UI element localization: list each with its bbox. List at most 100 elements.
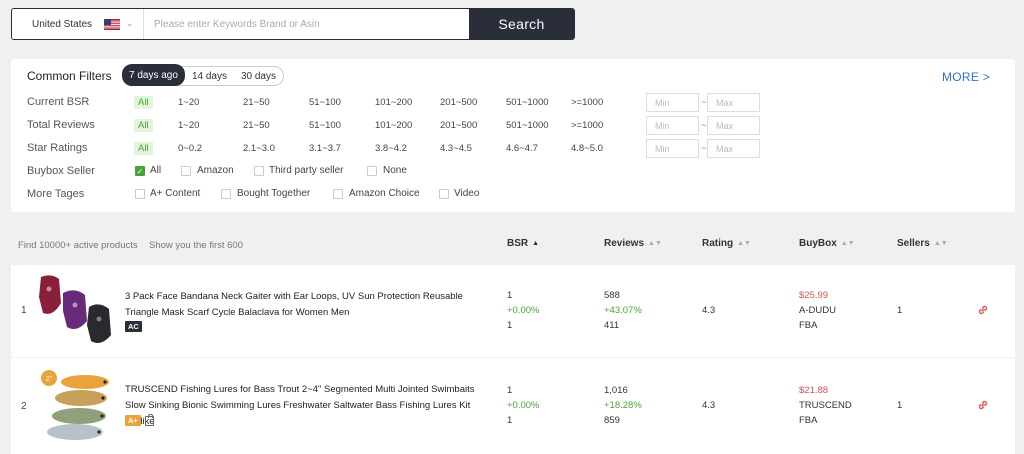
sort-icon: ▲▼ — [840, 240, 855, 247]
reviews-max-input[interactable]: Max — [707, 116, 760, 135]
filter-row-reviews: Total Reviews All 1~20 21~50 51~100 101~… — [27, 116, 1007, 135]
buybox-fulfillment: FBA — [799, 320, 818, 331]
product-image[interactable] — [35, 273, 119, 349]
rating-option[interactable]: 2.1~3.0 — [243, 143, 275, 154]
table-row[interactable]: 2 2" TRUSCEND Fishing Lures for Bass Tro… — [11, 358, 1015, 454]
sellers-cell: 1 — [897, 305, 903, 316]
bsr-option[interactable]: 21~50 — [243, 97, 270, 108]
amazon-choice-badge: AC — [125, 321, 142, 332]
sort-icon: ▲▼ — [933, 240, 948, 247]
checkbox-icon[interactable] — [367, 166, 377, 176]
col-reviews[interactable]: Reviews ▲▼ — [604, 238, 662, 249]
bag-icon — [144, 413, 154, 426]
list-header: Find 10000+ active products Show you the… — [0, 233, 1024, 253]
rating-option[interactable]: 0~0.2 — [178, 143, 202, 154]
reviews-option[interactable]: 1~20 — [178, 120, 199, 131]
checkbox-icon[interactable] — [439, 189, 449, 199]
buybox-price: $25.99 — [799, 290, 829, 301]
rating-cell: 4.3 — [702, 305, 716, 316]
result-count: Find 10000+ active products — [18, 240, 138, 251]
reviews-previous: 859 — [604, 415, 620, 426]
rating-option[interactable]: 4.8~5.0 — [571, 143, 603, 154]
filter-label-buybox: Buybox Seller — [27, 165, 95, 177]
filter-label-reviews: Total Reviews — [27, 119, 95, 131]
checkbox-icon[interactable] — [254, 166, 264, 176]
reviews-change: +18.28% — [604, 400, 642, 411]
reviews-option[interactable]: All — [134, 119, 153, 132]
rating-option[interactable]: 3.1~3.7 — [309, 143, 341, 154]
reviews-option[interactable]: 51~100 — [309, 120, 341, 131]
col-bsr[interactable]: BSR ▲ — [507, 238, 539, 249]
tage-option-label: Video — [454, 188, 480, 199]
filter-label-bsr: Current BSR — [27, 96, 90, 108]
bsr-previous: 1 — [507, 415, 513, 426]
sort-icon: ▲▼ — [648, 240, 662, 247]
row-index: 2 — [21, 401, 27, 412]
rating-option[interactable]: 3.8~4.2 — [375, 143, 407, 154]
tab-7-days[interactable]: 7 days ago — [122, 64, 185, 86]
col-reviews-label: Reviews — [604, 238, 645, 249]
bsr-current: 1 — [507, 290, 513, 301]
reviews-option[interactable]: 501~1000 — [506, 120, 549, 131]
svg-text:2": 2" — [46, 376, 53, 383]
filters-panel: Common Filters 7 days ago 14 days 30 day… — [11, 59, 1015, 212]
bsr-option[interactable]: All — [134, 96, 153, 109]
range-separator: ~ — [701, 97, 707, 107]
a-plus-badge: A+ — [125, 415, 141, 426]
rating-max-input[interactable]: Max — [707, 139, 760, 158]
search-button[interactable]: Search — [469, 9, 574, 39]
product-image[interactable]: 2" — [35, 366, 119, 446]
tab-14-days[interactable]: 14 days — [185, 66, 234, 86]
tage-option-label: Bought Together — [237, 188, 311, 199]
bsr-option[interactable]: 201~500 — [440, 97, 477, 108]
rating-option[interactable]: All — [134, 142, 153, 155]
reviews-previous: 411 — [604, 320, 620, 331]
buybox-price: $21.88 — [799, 385, 829, 396]
bsr-min-input[interactable]: Min — [646, 93, 699, 112]
col-buybox[interactable]: BuyBox ▲▼ — [799, 238, 855, 249]
bsr-change: +0.00% — [507, 305, 540, 316]
checkbox-icon[interactable] — [135, 189, 145, 199]
bsr-option[interactable]: 51~100 — [309, 97, 341, 108]
reviews-cell: 1,016 +18.28% 859 — [604, 383, 642, 428]
reviews-option[interactable]: 21~50 — [243, 120, 270, 131]
checkbox-checked-icon[interactable]: ✓ — [135, 166, 145, 176]
us-flag-icon — [104, 19, 120, 30]
sort-asc-icon: ▲ — [532, 240, 540, 247]
filters-title: Common Filters — [27, 69, 112, 83]
col-sellers[interactable]: Sellers ▲▼ — [897, 238, 948, 249]
link-icon[interactable] — [976, 303, 990, 317]
col-rating[interactable]: Rating ▲▼ — [702, 238, 751, 249]
checkbox-icon[interactable] — [181, 166, 191, 176]
rating-option[interactable]: 4.3~4.5 — [440, 143, 472, 154]
bsr-max-input[interactable]: Max — [707, 93, 760, 112]
rating-option[interactable]: 4.6~4.7 — [506, 143, 538, 154]
buybox-option-label: Amazon — [197, 165, 234, 176]
product-title[interactable]: TRUSCEND Fishing Lures for Bass Trout 2~… — [125, 382, 497, 430]
buybox-fulfillment: FBA — [799, 415, 818, 426]
bsr-option[interactable]: 501~1000 — [506, 97, 549, 108]
reviews-option[interactable]: 101~200 — [375, 120, 412, 131]
checkbox-icon[interactable] — [333, 189, 343, 199]
checkbox-icon[interactable] — [221, 189, 231, 199]
more-filters-link[interactable]: MORE > — [942, 70, 990, 84]
keyword-input[interactable] — [144, 9, 469, 39]
bsr-cell: 1 +0.00% 1 — [507, 288, 540, 333]
bsr-option[interactable]: 1~20 — [178, 97, 199, 108]
bsr-option[interactable]: 101~200 — [375, 97, 412, 108]
reviews-option[interactable]: >=1000 — [571, 120, 603, 131]
bsr-previous: 1 — [507, 320, 513, 331]
product-title[interactable]: 3 Pack Face Bandana Neck Gaiter with Ear… — [125, 289, 497, 321]
reviews-option[interactable]: 201~500 — [440, 120, 477, 131]
product-badges: A+ — [125, 413, 154, 426]
rating-min-input[interactable]: Min — [646, 139, 699, 158]
country-select[interactable]: United States ⌄ — [12, 9, 144, 39]
filter-label-ratings: Star Ratings — [27, 142, 88, 154]
reviews-min-input[interactable]: Min — [646, 116, 699, 135]
table-row[interactable]: 1 3 Pack Face Bandana Neck Gaiter with E… — [11, 265, 1015, 357]
buybox-option-label: None — [383, 165, 407, 176]
tab-30-days[interactable]: 30 days — [234, 66, 283, 86]
link-icon[interactable] — [976, 398, 990, 412]
buybox-seller: A-DUDU — [799, 305, 836, 316]
bsr-option[interactable]: >=1000 — [571, 97, 603, 108]
